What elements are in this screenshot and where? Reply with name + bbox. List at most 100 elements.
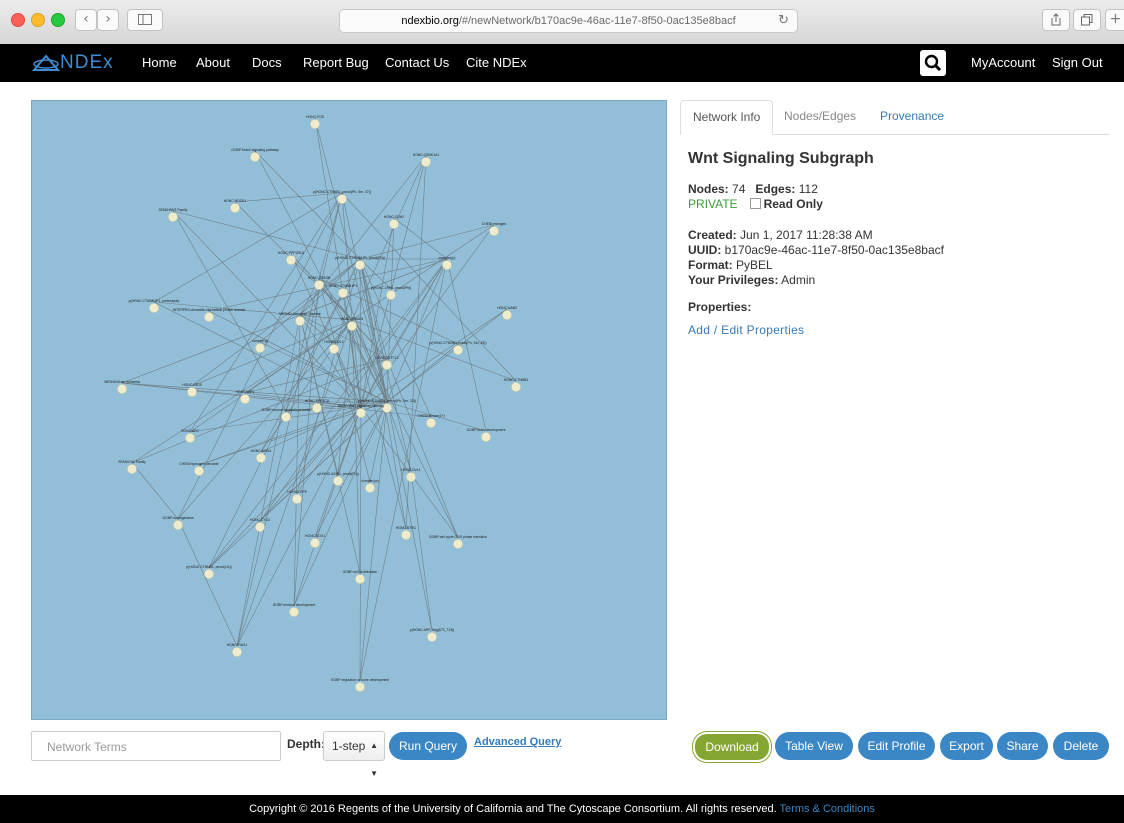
graph-node[interactable] [250, 152, 260, 162]
nav-home[interactable]: Home [142, 55, 177, 70]
graph-node[interactable] [173, 520, 183, 530]
network-terms-input[interactable]: Network Terms [31, 731, 281, 761]
graph-node[interactable] [347, 321, 357, 331]
graph-node[interactable] [149, 303, 159, 313]
minimize-window-button[interactable] [31, 13, 45, 27]
graph-node[interactable] [232, 647, 242, 657]
nav-my-account[interactable]: MyAccount [971, 55, 1035, 70]
graph-node[interactable] [281, 412, 291, 422]
graph-node[interactable] [386, 290, 396, 300]
nav-report-bug[interactable]: Report Bug [303, 55, 369, 70]
read-only-label: Read Only [763, 197, 823, 211]
graph-node-label: p(HGNC:CTNNB1P1, pmod(Ph)) [335, 256, 385, 260]
graph-node[interactable] [511, 382, 521, 392]
graph-node[interactable] [355, 682, 365, 692]
graph-node[interactable] [426, 418, 436, 428]
graph-node[interactable] [255, 343, 265, 353]
graph-node-label: HGNC:SMAD3 [341, 317, 364, 321]
graph-node[interactable] [240, 394, 250, 404]
graph-node[interactable] [453, 539, 463, 549]
network-graph[interactable]: HGNC:FOS GOBP:Notch signaling pathway HGNC… [32, 101, 666, 719]
graph-node[interactable] [338, 288, 348, 298]
graph-node[interactable] [310, 119, 320, 129]
graph-node[interactable] [255, 522, 265, 532]
nav-sign-out[interactable]: Sign Out [1052, 55, 1103, 70]
share-page-icon[interactable] [1042, 9, 1070, 31]
graph-node[interactable] [329, 344, 339, 354]
graph-node[interactable] [286, 255, 296, 265]
graph-node[interactable] [295, 316, 305, 326]
nav-contact-us[interactable]: Contact Us [385, 55, 449, 70]
graph-node-label: HGNC:GSK3B [308, 276, 331, 280]
read-only-checkbox[interactable] [749, 198, 761, 209]
close-window-button[interactable] [11, 13, 25, 27]
nav-docs[interactable]: Docs [252, 55, 282, 70]
graph-node[interactable] [355, 574, 365, 584]
graph-node[interactable] [230, 203, 240, 213]
graph-node[interactable] [382, 360, 392, 370]
graph-node[interactable] [117, 384, 127, 394]
logo-text: NDEx [60, 52, 114, 73]
graph-node[interactable] [489, 226, 499, 236]
graph-node[interactable] [453, 345, 463, 355]
graph-node[interactable] [389, 219, 399, 229]
reload-icon[interactable]: ↻ [778, 10, 789, 32]
graph-node[interactable] [187, 387, 197, 397]
graph-node[interactable] [442, 260, 452, 270]
graph-node-label: HGNC:SOX1 [305, 534, 325, 538]
graph-node[interactable] [185, 433, 195, 443]
share-button[interactable]: Share [997, 732, 1048, 760]
depth-select[interactable]: 1-step ▲ ▼ [323, 731, 385, 778]
back-icon[interactable]: ‹ [75, 9, 97, 31]
graph-node[interactable] [355, 260, 365, 270]
graph-node[interactable] [406, 472, 416, 482]
graph-node[interactable] [356, 408, 366, 418]
new-tab-icon[interactable]: + [1105, 9, 1124, 31]
graph-node[interactable] [168, 212, 178, 222]
delete-button[interactable]: Delete [1053, 732, 1109, 760]
search-button[interactable] [920, 50, 946, 76]
created-value: Jun 1, 2017 11:28:38 AM [740, 228, 873, 242]
tab-network-info[interactable]: Network Info [680, 100, 774, 135]
graph-node[interactable] [194, 466, 204, 476]
table-view-button[interactable]: Table View [775, 732, 853, 760]
graph-node[interactable] [310, 538, 320, 548]
run-query-button[interactable]: Run Query [389, 732, 467, 760]
graph-node[interactable] [365, 483, 375, 493]
graph-node[interactable] [312, 403, 322, 413]
network-canvas[interactable]: HGNC:FOS GOBP:Notch signaling pathway HGNC… [31, 100, 667, 720]
nav-about[interactable]: About [196, 55, 230, 70]
graph-node[interactable] [421, 157, 431, 167]
nav-cite-ndex[interactable]: Cite NDEx [466, 55, 527, 70]
graph-node-label: MESHD:Brain Ischemia [104, 380, 140, 384]
sidebar-toggle-icon[interactable] [127, 9, 163, 31]
zoom-window-button[interactable] [51, 13, 65, 27]
advanced-query-link[interactable]: Advanced Query [474, 736, 561, 748]
graph-node[interactable] [314, 280, 324, 290]
edit-profile-button[interactable]: Edit Profile [858, 732, 935, 760]
graph-node[interactable] [256, 453, 266, 463]
graph-node[interactable] [127, 464, 137, 474]
graph-node[interactable] [401, 530, 411, 540]
graph-node[interactable] [289, 607, 299, 617]
edit-properties-link[interactable]: Add / Edit Properties [688, 323, 1118, 337]
tab-nodes-edges[interactable]: Nodes/Edges [772, 100, 868, 133]
download-button[interactable]: Download [693, 732, 771, 762]
graph-node[interactable] [204, 312, 214, 322]
tab-provenance[interactable]: Provenance [868, 100, 956, 133]
graph-node[interactable] [481, 432, 491, 442]
graph-node[interactable] [292, 494, 302, 504]
forward-icon[interactable]: › [97, 9, 119, 31]
terms-link[interactable]: Terms & Conditions [780, 803, 875, 815]
graph-node[interactable] [337, 194, 347, 204]
ndex-logo[interactable]: NDEx [32, 51, 114, 75]
graph-node[interactable] [502, 310, 512, 320]
address-bar[interactable]: ndexbio.org/#/newNetwork/b170ac9e-46ac-1… [339, 9, 798, 33]
uuid-value: b170ac9e-46ac-11e7-8f50-0ac135e8bacf [724, 243, 944, 257]
created-label: Created: [688, 228, 737, 242]
export-button[interactable]: Export [940, 732, 993, 760]
graph-node[interactable] [427, 632, 437, 642]
graph-node[interactable] [333, 476, 343, 486]
graph-node[interactable] [204, 569, 214, 579]
tabs-overview-icon[interactable] [1073, 9, 1101, 31]
